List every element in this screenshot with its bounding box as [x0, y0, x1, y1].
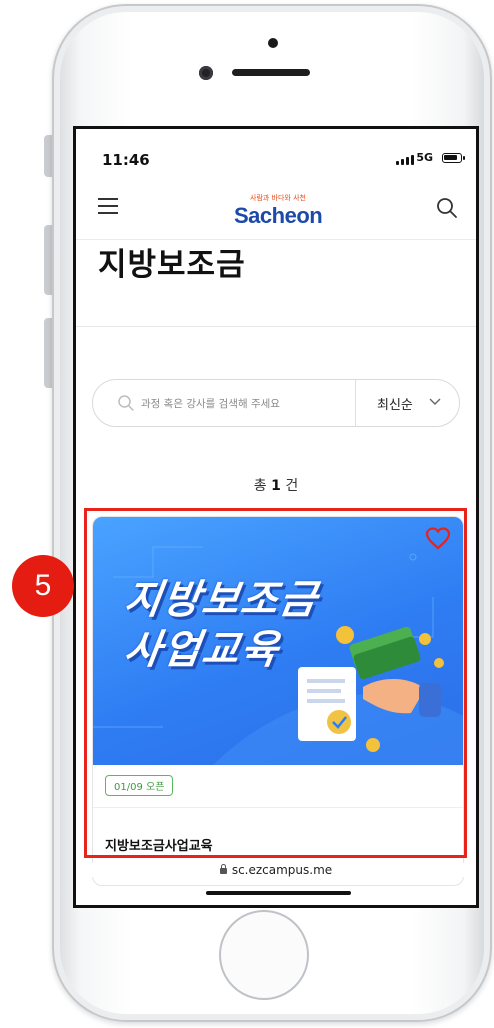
status-bar: 11:46 5G [76, 129, 476, 181]
chevron-down-icon[interactable] [429, 398, 441, 406]
status-time: 11:46 [102, 151, 150, 169]
app-header: 사람과 바다와 사천 Sacheon [76, 181, 476, 240]
home-button[interactable] [219, 910, 309, 1000]
result-count-prefix: 총 [253, 478, 267, 494]
result-count: 총 1 건 [76, 475, 476, 495]
sacheon-logo[interactable]: 사람과 바다와 사천 Sacheon [230, 193, 340, 231]
home-indicator [206, 891, 351, 895]
step-number-badge: 5 [12, 555, 74, 617]
course-search-bar[interactable]: 과정 혹은 강사를 검색해 주세요 최신순 [92, 379, 460, 427]
sort-select[interactable]: 최신순 [377, 394, 413, 413]
logo-tagline: 사람과 바다와 사천 [250, 194, 306, 202]
search-icon[interactable] [436, 197, 458, 219]
sort-divider [355, 380, 356, 426]
hamburger-menu-icon[interactable] [98, 198, 118, 216]
logo-text: Sacheon [234, 203, 323, 228]
course-card[interactable]: 지방보조금 사업교육 01/09 오픈 지방보조금사업교육 [92, 516, 464, 886]
course-title[interactable]: 지방보조금사업교육 [105, 835, 213, 854]
course-thumbnail[interactable]: 지방보조금 사업교육 [93, 517, 463, 765]
browser-url-bar[interactable]: sc.ezcampus.me [76, 863, 476, 877]
battery-icon [442, 153, 465, 163]
network-type: 5G [416, 151, 433, 164]
browser-url: sc.ezcampus.me [231, 863, 333, 877]
thumbnail-title-line2: 사업교육 [121, 627, 283, 673]
search-input[interactable]: 과정 혹은 강사를 검색해 주세요 [141, 396, 280, 411]
result-count-suffix: 건 [285, 478, 299, 494]
proximity-sensor [199, 66, 213, 80]
title-divider [76, 326, 476, 327]
result-count-number: 1 [271, 478, 281, 494]
heart-icon[interactable] [425, 527, 451, 551]
front-camera [268, 38, 278, 48]
earpiece-speaker [232, 69, 310, 76]
lock-icon [219, 864, 227, 874]
phone-screen: 11:46 5G 사람과 바다와 사천 Sacheon 지방보조금 과정 혹은 … [73, 126, 479, 908]
open-date-badge: 01/09 오픈 [105, 775, 174, 796]
card-divider [93, 807, 463, 808]
signal-icon [396, 155, 414, 165]
search-input-icon [118, 395, 134, 411]
page-title: 지방보조금 [98, 247, 246, 283]
